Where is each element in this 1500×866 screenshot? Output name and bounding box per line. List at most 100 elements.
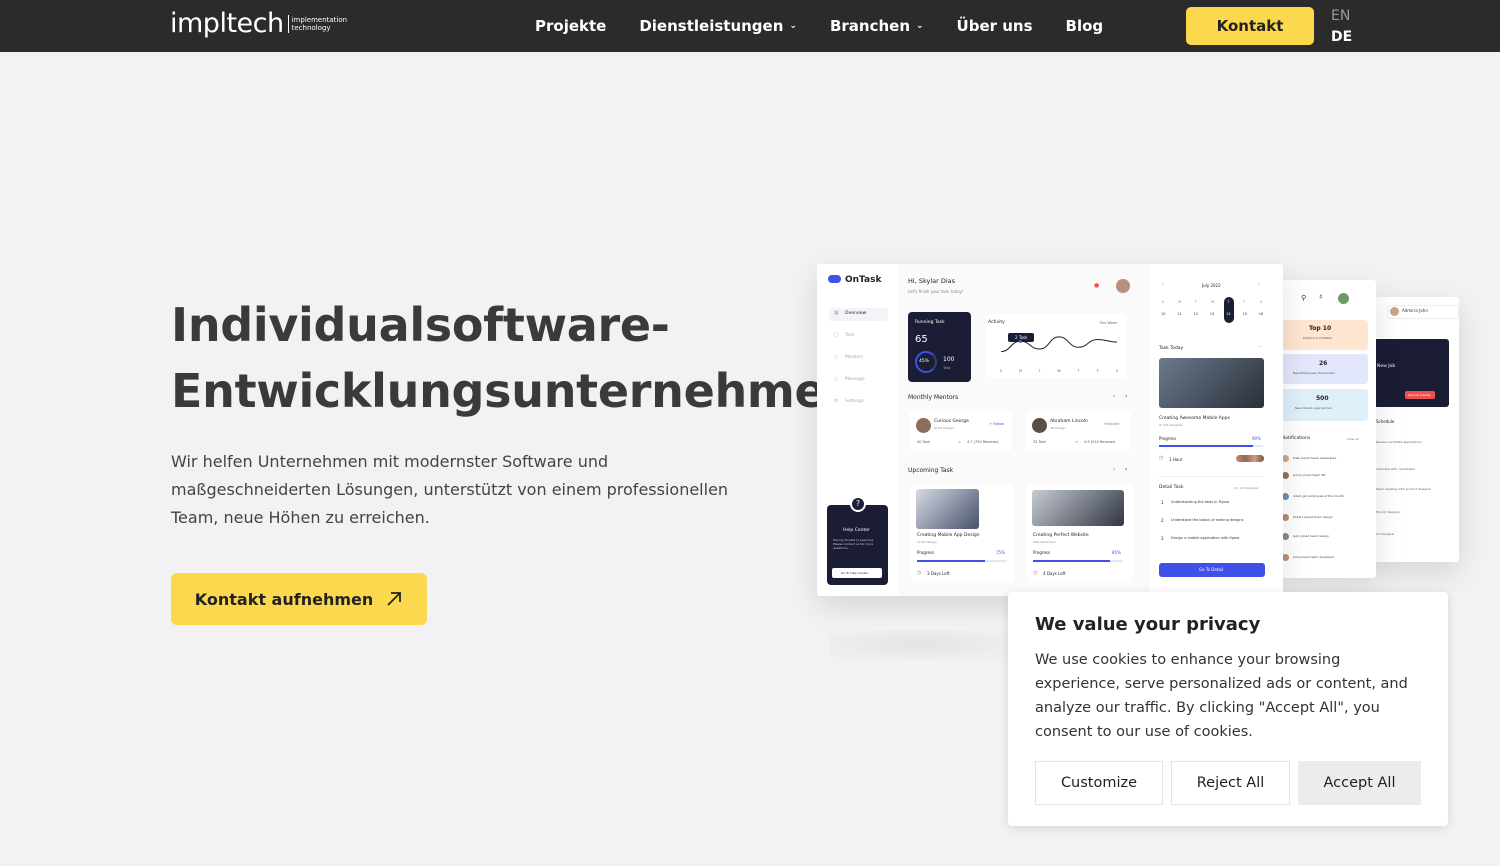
mock-task-today-label: Task Today: [1159, 346, 1184, 351]
mock-app-name: OnTask: [845, 275, 882, 285]
mock-upcoming-progress-label: Progress: [1033, 550, 1051, 555]
calendar-date[interactable]: 16: [1259, 312, 1263, 316]
mock-upcoming-days: 3 Days Left: [927, 571, 950, 576]
site-logo[interactable]: impltech implementation technology: [170, 9, 347, 39]
calendar-day-label: W: [1210, 300, 1215, 304]
chevron-left-icon[interactable]: ‹: [1113, 466, 1115, 473]
mock-upcoming-progress: 85%: [1112, 550, 1121, 555]
language-en[interactable]: EN: [1331, 8, 1350, 24]
language-de[interactable]: DE: [1331, 29, 1352, 45]
hero-description: Wir helfen Unternehmen mit modernster So…: [171, 452, 729, 527]
mock-mentor-tasks: 40 Task: [917, 440, 931, 444]
grid-icon: ▦: [834, 310, 839, 316]
activity-day-label: S: [1000, 369, 1003, 373]
mock-sidebar-item: Settings: [845, 399, 864, 404]
notification-item: Jack joined team design: [1293, 534, 1329, 538]
mock-activity-chart: SMTWTFS: [1000, 336, 1119, 373]
calendar-date[interactable]: 10: [1161, 312, 1165, 316]
cta-label: Kontakt aufnehmen: [194, 589, 374, 609]
nav-item-dienstleistungen[interactable]: Dienstleistungen ⌄: [639, 17, 797, 35]
customize-button[interactable]: Customize: [1035, 761, 1163, 805]
progress-fill: [1159, 445, 1253, 447]
mock-upcoming-role: UI UX Design: [917, 540, 937, 544]
mock-mentor-tasks: 32 Task: [1033, 440, 1047, 444]
nav-item-projekte[interactable]: Projekte: [535, 17, 606, 35]
clock-icon: ◷: [917, 570, 922, 576]
chevron-right-icon[interactable]: ›: [1125, 393, 1127, 400]
mock-sidebar-item: Overview: [845, 311, 867, 316]
avatar: [1390, 307, 1399, 316]
calendar-date[interactable]: 12: [1194, 312, 1198, 316]
job-card-title: New Job: [1377, 364, 1396, 369]
mock-upcoming-progress-bar: [917, 560, 1007, 562]
calendar-date[interactable]: 15: [1243, 312, 1247, 316]
chevron-left-icon[interactable]: ‹: [1162, 282, 1164, 288]
chevron-right-icon[interactable]: ›: [1258, 282, 1260, 288]
mock-activity-label: Activity: [988, 320, 1005, 325]
mock-upcoming-title: Creating Mobile App Design: [917, 533, 980, 538]
progress-fill: [917, 560, 985, 562]
avatar: [1116, 279, 1130, 293]
mock-task-today-progress-label: Progress: [1159, 436, 1177, 441]
mock-task-today-time: 1 Hour: [1169, 457, 1183, 462]
logo-tagline-line2: technology: [291, 24, 331, 32]
main-nav: Projekte Dienstleistungen ⌄ Branchen ⌄ Ü…: [535, 17, 1103, 35]
notifications-view-all[interactable]: View All: [1347, 437, 1359, 441]
mock-mentor-role: UI UX Design: [934, 426, 954, 430]
calendar-date[interactable]: 13: [1210, 312, 1214, 316]
calendar-date[interactable]: 14: [1226, 312, 1230, 316]
avatar: [1338, 293, 1349, 304]
chevron-left-icon[interactable]: ‹: [1113, 393, 1115, 400]
calendar-date[interactable]: 11: [1177, 312, 1181, 316]
mock-upcoming-progress: 75%: [996, 550, 1005, 555]
mock-task-today-image: [1159, 358, 1264, 408]
mock-task-today-role: UI /UX Designer: [1159, 423, 1183, 427]
hero-title: Individualsoftware- Entwicklungsunterneh…: [171, 292, 858, 424]
mockup-screen-right: Admirra John New Job See All Activity Sc…: [1373, 297, 1459, 562]
logo-wordmark: impltech: [170, 8, 284, 39]
contact-button[interactable]: Kontakt: [1186, 7, 1314, 45]
mock-mentor-rating: 4.9 (510 Reviews): [1084, 440, 1116, 444]
contact-cta-button[interactable]: Kontakt aufnehmen: [171, 573, 427, 625]
nav-item-ueber-uns[interactable]: Über uns: [957, 17, 1033, 35]
activity-day-label: S: [1116, 369, 1119, 373]
mock-task-today-title: Creating Awesome Mobile Apps: [1159, 416, 1230, 421]
mock-upcoming-image: [916, 489, 979, 529]
mock-detail-task-number: 2: [1161, 518, 1164, 523]
gear-icon: ⚙: [834, 398, 839, 404]
calendar-day-label: S: [1259, 300, 1263, 304]
stat-value: 500: [1316, 395, 1329, 402]
avatar: [1282, 533, 1289, 540]
nav-item-branchen[interactable]: Branchen ⌄: [830, 17, 924, 35]
cookie-consent-banner: We value your privacy We use cookies to …: [1008, 592, 1448, 826]
mock-task-today-progress-bar: [1159, 445, 1263, 447]
notification-item: Robert joined team design: [1293, 515, 1333, 519]
mock-detail-task-item: Understanding the tools in Figma: [1171, 500, 1230, 504]
mock-mentor-name: Abraham Lincoln: [1050, 419, 1088, 424]
calendar-day-label: S: [1162, 300, 1165, 304]
mock-mentor-follow[interactable]: + Follow: [989, 422, 1004, 426]
chevron-right-icon[interactable]: ›: [1125, 466, 1127, 473]
logo-tagline: implementation technology: [292, 16, 347, 32]
calendar-day-label: T: [1194, 300, 1197, 304]
mock-running-task-total-label: Task: [943, 366, 951, 370]
stat-value: Top 10: [1309, 325, 1332, 332]
mock-task-today-progress: 90%: [1252, 436, 1261, 441]
more-icon[interactable]: ⋯: [1257, 344, 1262, 350]
mock-calendar-month: July 2022: [1202, 283, 1221, 288]
mockup-shadow: [830, 630, 1010, 660]
accept-all-button[interactable]: Accept All: [1298, 761, 1421, 805]
question-icon: ?: [850, 496, 866, 512]
nav-item-label: Projekte: [535, 17, 607, 35]
mock-help-title: Help Center: [843, 528, 870, 533]
nav-item-blog[interactable]: Blog: [1066, 17, 1104, 35]
mock-upcoming-progress-bar: [1033, 560, 1123, 562]
search-icon: ⚲: [1301, 294, 1307, 302]
nav-item-label: Über uns: [956, 17, 1033, 35]
activity-day-label: W: [1057, 369, 1061, 373]
mock-detail-task-number: 1: [1161, 500, 1164, 505]
mock-mentor-follow[interactable]: Followed: [1104, 422, 1119, 426]
reject-all-button[interactable]: Reject All: [1171, 761, 1290, 805]
mock-running-task-percent: 45%: [919, 359, 930, 364]
cookie-text: We use cookies to enhance your browsing …: [1035, 652, 1408, 740]
